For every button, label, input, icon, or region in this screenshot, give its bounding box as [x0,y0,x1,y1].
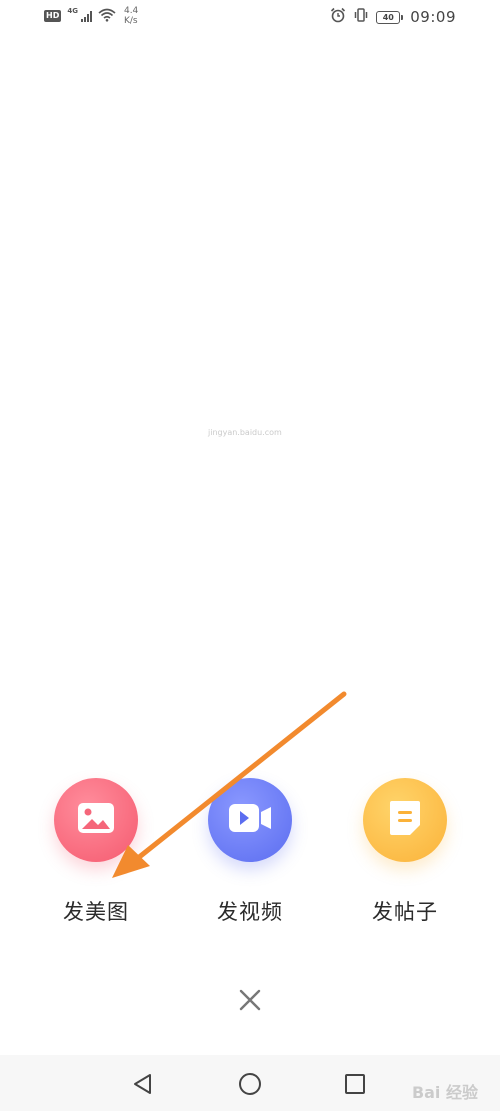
speed-unit: K/s [123,16,138,26]
publish-post-label: 发帖子 [372,900,438,924]
network-speed: 4.4 K/s [124,6,138,26]
status-bar: HD 4G 4.4 K/s 40 09:09 [0,0,500,36]
home-circle-icon [237,1073,263,1101]
publish-image-label: 发美图 [63,900,129,924]
watermark-brand: Bai 经验 [411,1083,478,1102]
image-icon [76,801,116,839]
alarm-icon [330,7,346,27]
publish-post-button[interactable]: 发帖子 [345,778,465,926]
vibrate-icon [353,7,369,27]
back-button[interactable] [130,1071,156,1097]
battery-level: 40 [376,10,401,24]
publish-actions: 发美图 发视频 发帖子 [0,778,500,928]
battery-icon: 40 [376,10,404,24]
back-triangle-icon [130,1074,156,1101]
status-right: 40 09:09 [330,7,456,27]
navigation-bar: Bai 经验 [0,1055,500,1111]
speed-value: 4.4 [123,6,139,16]
close-button[interactable] [236,986,264,1014]
video-icon [227,802,273,838]
image-icon-circle[interactable] [54,778,138,862]
status-left: HD 4G 4.4 K/s [44,6,138,26]
publish-video-label: 发视频 [217,900,283,924]
signal-icon [80,10,92,22]
status-time: 09:09 [410,8,456,26]
recent-apps-button[interactable] [342,1071,368,1097]
wifi-icon [98,8,116,25]
network-type: 4G [67,7,78,15]
post-icon [388,799,422,841]
annotation-arrow [112,691,347,878]
close-icon [236,989,264,1018]
publish-video-button[interactable]: 发视频 [190,778,310,926]
video-icon-circle[interactable] [208,778,292,862]
home-button[interactable] [237,1071,263,1097]
post-icon-circle[interactable] [363,778,447,862]
watermark-url: jingyan.baidu.com [208,428,282,437]
recent-square-icon [342,1074,368,1101]
publish-image-button[interactable]: 发美图 [36,778,156,926]
hd-badge: HD [44,10,62,22]
